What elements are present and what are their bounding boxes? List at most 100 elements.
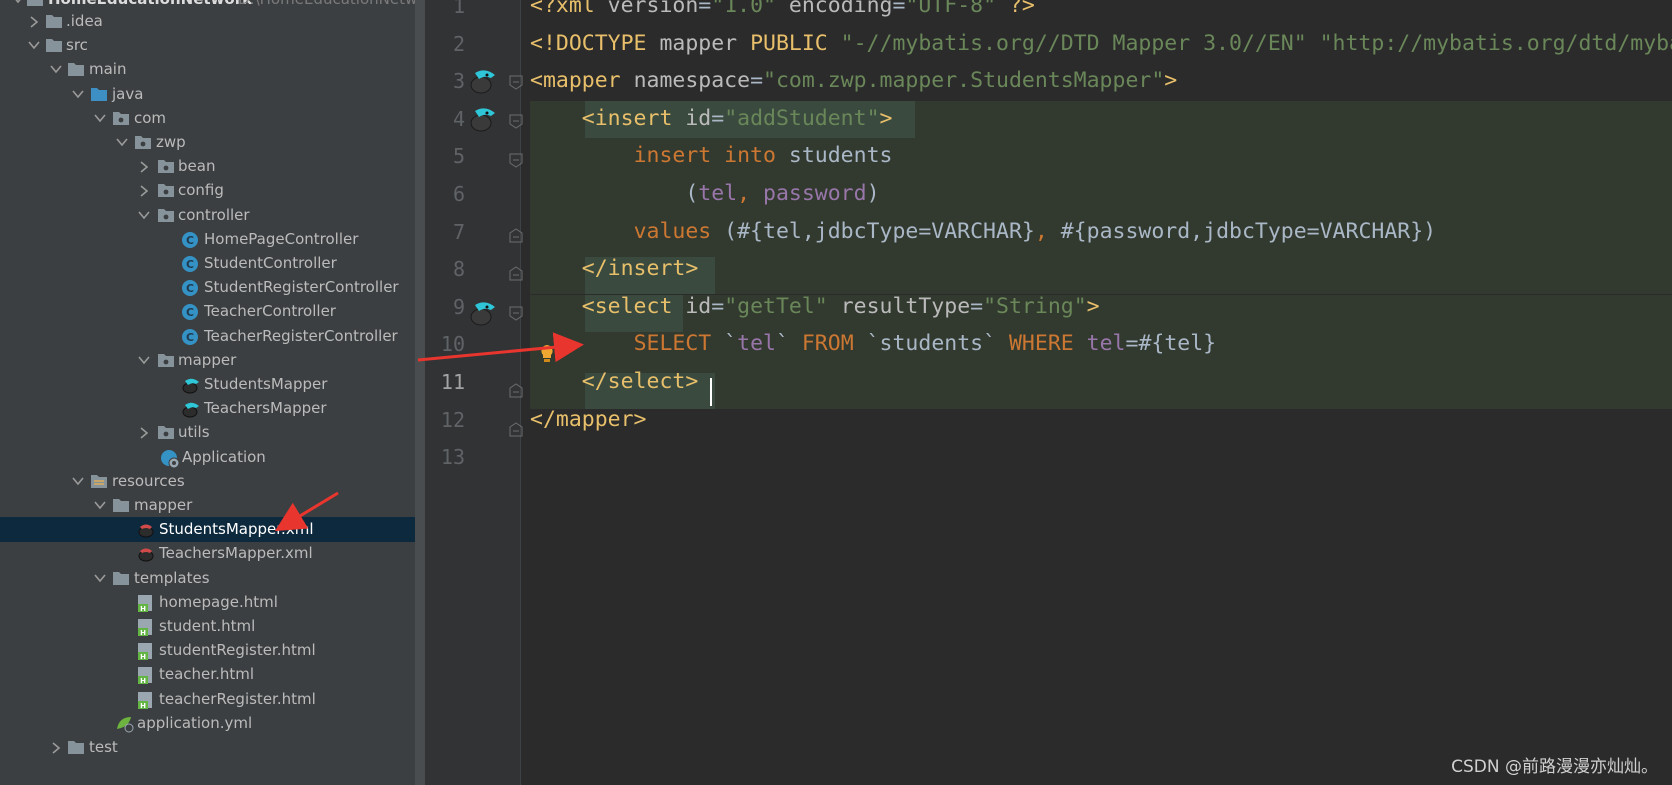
tree-item[interactable]: Hteacher.html xyxy=(0,662,415,687)
mapper-navigation-icon[interactable] xyxy=(467,103,499,135)
tree-item[interactable]: C TeacherController xyxy=(0,299,415,324)
lightbulb-icon[interactable] xyxy=(537,343,557,365)
java-class-icon: C xyxy=(181,227,199,252)
tree-item[interactable]: mapper xyxy=(0,493,415,518)
tree-item[interactable]: test xyxy=(0,735,415,760)
tree-item-label: java xyxy=(112,84,144,103)
code-line[interactable]: insert into students xyxy=(530,137,893,175)
mapper-navigation-icon[interactable] xyxy=(467,297,499,329)
code-token: <!DOCTYPE xyxy=(530,30,660,56)
tree-item[interactable]: java xyxy=(0,82,415,107)
code-line[interactable]: </mapper> xyxy=(530,401,647,439)
folder-icon xyxy=(67,57,85,82)
html-file-icon: H xyxy=(137,687,155,712)
chevron-down-icon[interactable] xyxy=(71,469,85,494)
mapper-navigation-icon[interactable] xyxy=(467,65,499,97)
folder-icon xyxy=(112,493,130,518)
chevron-down-icon[interactable] xyxy=(137,203,151,228)
tree-item[interactable]: TeachersMapper xyxy=(0,396,415,421)
tree-item[interactable]: templates xyxy=(0,566,415,591)
code-token: <select xyxy=(581,293,686,319)
chevron-down-icon[interactable] xyxy=(93,106,107,131)
tree-item[interactable]: controller xyxy=(0,203,415,228)
package-icon xyxy=(112,106,130,131)
fold-end-icon[interactable] xyxy=(508,422,524,438)
tree-item[interactable]: resources xyxy=(0,469,415,494)
fold-end-icon[interactable] xyxy=(508,266,524,282)
chevron-down-icon[interactable] xyxy=(49,57,63,82)
tree-item-label: StudentController xyxy=(204,254,337,272)
tree-item[interactable]: C StudentController xyxy=(0,251,415,276)
tree-item[interactable]: Hstudent.html xyxy=(0,614,415,639)
code-token: `students` xyxy=(866,331,1009,357)
svg-text:H: H xyxy=(140,653,146,660)
chevron-right-icon[interactable] xyxy=(137,420,151,445)
tree-item[interactable]: StudentsMapper.xml xyxy=(0,517,415,543)
tree-divider[interactable] xyxy=(415,0,425,785)
code-token: version xyxy=(607,0,699,18)
tree-item[interactable]: utils xyxy=(0,420,415,445)
tree-item[interactable]: mapper xyxy=(0,348,415,373)
tree-item[interactable]: TeachersMapper.xml xyxy=(0,541,415,566)
code-token: ( xyxy=(530,181,699,206)
tree-item[interactable]: StudentsMapper xyxy=(0,372,415,397)
chevron-down-icon[interactable] xyxy=(93,566,107,591)
tree-item-label: src xyxy=(66,36,88,55)
code-token: WHERE xyxy=(1008,331,1087,357)
code-line[interactable]: SELECT `tel` FROM `students` WHERE tel=#… xyxy=(530,325,1217,363)
tree-item[interactable]: C TeacherRegisterController xyxy=(0,324,415,349)
html-file-icon: H xyxy=(137,590,155,615)
tree-item[interactable]: HteacherRegister.html xyxy=(0,687,415,712)
code-editor[interactable]: 1 2 3 4 5 6 7 8 9 10 11 12 13 <?xml version="1.0" en… xyxy=(425,0,1672,785)
code-token: ?> xyxy=(996,0,1035,18)
tree-item[interactable]: .idea xyxy=(0,9,415,34)
chevron-right-icon[interactable] xyxy=(137,178,151,203)
code-token: tel xyxy=(737,331,776,357)
fold-end-icon[interactable] xyxy=(508,228,524,244)
fold-marker-icon[interactable] xyxy=(508,113,524,129)
svg-text:C: C xyxy=(186,282,194,295)
chevron-down-icon[interactable] xyxy=(71,82,85,107)
chevron-down-icon[interactable] xyxy=(137,348,151,373)
code-token: tel xyxy=(698,181,738,206)
tree-item[interactable]: C StudentRegisterController xyxy=(0,275,415,300)
fold-marker-icon[interactable] xyxy=(508,305,524,321)
tree-item[interactable]: bean xyxy=(0,154,415,179)
tree-item[interactable]: HstudentRegister.html xyxy=(0,638,415,663)
code-line[interactable]: values (#{tel,jdbcType=VARCHAR}, #{passw… xyxy=(530,213,1437,251)
fold-marker-icon[interactable] xyxy=(508,74,524,90)
tree-item[interactable]: com xyxy=(0,106,415,131)
html-file-icon: H xyxy=(137,638,155,663)
project-tree[interactable]: HomeEducationNetwork D:\HomeEducationNet… xyxy=(0,0,415,785)
code-line[interactable]: <!DOCTYPE mapper PUBLIC "-//mybatis.org/… xyxy=(530,25,1672,63)
chevron-down-icon[interactable] xyxy=(27,33,41,58)
fold-end-icon[interactable] xyxy=(508,383,524,399)
tree-item-label: StudentsMapper.xml xyxy=(159,520,314,539)
code-line[interactable]: <mapper namespace="com.zwp.mapper.Studen… xyxy=(530,62,1177,100)
tree-item[interactable]: config xyxy=(0,178,415,203)
fold-marker-icon[interactable] xyxy=(508,152,524,168)
tree-item[interactable]: Hhomepage.html xyxy=(0,590,415,615)
tree-item[interactable]: zwp xyxy=(0,130,415,155)
resources-folder-icon xyxy=(90,469,108,494)
package-icon xyxy=(157,203,175,228)
tree-item[interactable]: application.yml xyxy=(0,711,415,736)
code-line[interactable]: (tel, password) xyxy=(530,175,879,213)
tree-item[interactable]: main xyxy=(0,57,415,82)
code-line[interactable]: </insert> xyxy=(530,250,699,288)
svg-text:H: H xyxy=(140,702,146,709)
code-line[interactable]: <?xml version="1.0" encoding="UTF-8" ?> xyxy=(530,0,1035,25)
tree-item-label: studentRegister.html xyxy=(159,641,316,660)
tree-item[interactable]: src xyxy=(0,33,415,58)
tree-item-label: controller xyxy=(178,205,250,224)
tree-item[interactable]: C HomePageController xyxy=(0,227,415,252)
code-line[interactable]: <select id="getTel" resultType="String"> xyxy=(530,288,1100,326)
code-line[interactable]: <insert id="addStudent"> xyxy=(530,100,893,138)
code-line[interactable]: </select> xyxy=(530,363,699,401)
tree-item[interactable]: Application xyxy=(0,445,415,470)
chevron-right-icon[interactable] xyxy=(137,154,151,179)
chevron-right-icon[interactable] xyxy=(49,735,63,760)
chevron-down-icon[interactable] xyxy=(115,130,129,155)
chevron-down-icon[interactable] xyxy=(93,493,107,518)
chevron-right-icon[interactable] xyxy=(27,9,41,34)
